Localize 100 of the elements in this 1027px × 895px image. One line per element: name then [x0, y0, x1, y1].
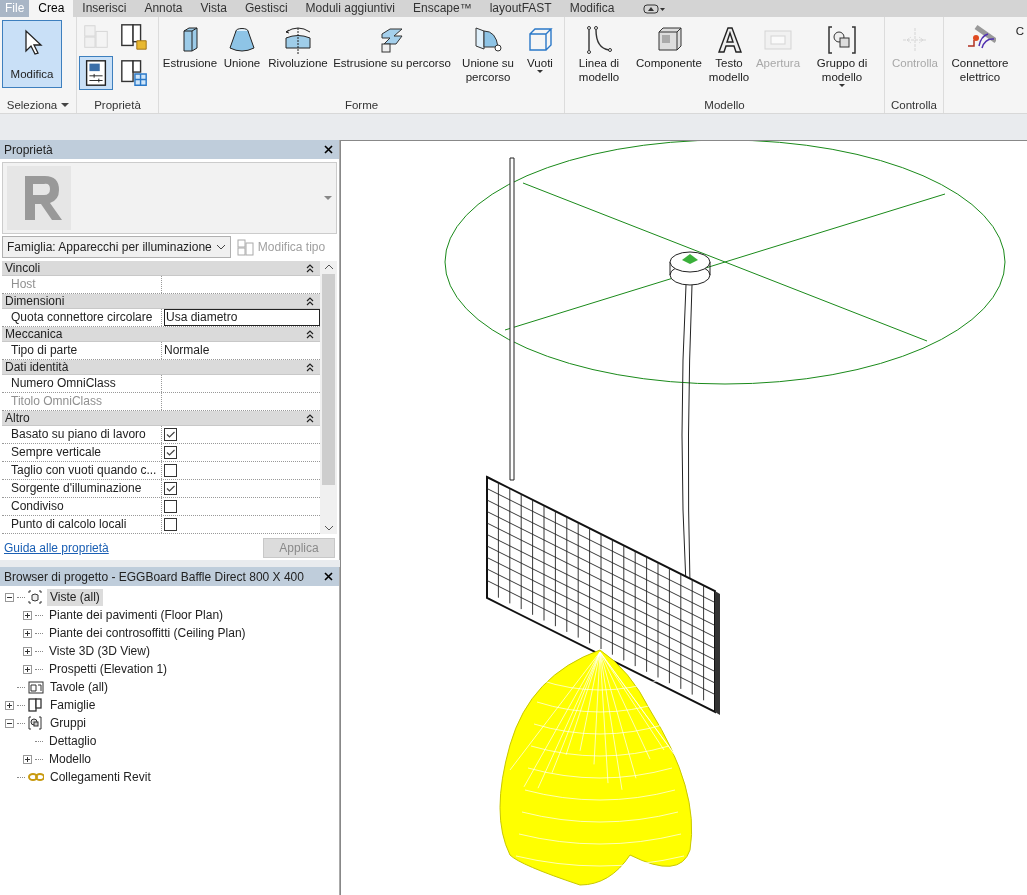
panels-grid-icon [118, 58, 150, 88]
ribbon-tab[interactable]: Annota [135, 0, 192, 17]
property-label: Sempre verticale [2, 444, 162, 461]
collapse-icon [306, 296, 314, 306]
group-title: Dimensioni [5, 294, 65, 308]
tree-item[interactable]: Piante dei controsoffitti (Ceiling Plan) [46, 624, 249, 642]
sheet-icon [28, 680, 44, 694]
chain-link-icon [28, 770, 44, 784]
property-value-field[interactable]: Usa diametro [164, 309, 320, 326]
tree-item[interactable]: Dettaglio [46, 732, 100, 750]
ribbon-tab[interactable]: layoutFAST [480, 0, 561, 17]
type-icon [236, 238, 254, 256]
checkbox[interactable] [164, 446, 177, 459]
product-logo-icon [7, 166, 71, 230]
tree-item[interactable]: Prospetti (Elevation 1) [46, 660, 171, 678]
type-selector[interactable]: Famiglia: Apparecchi per illuminazione [2, 236, 231, 258]
ribbon-tool-button[interactable]: Gruppo di modello [805, 20, 879, 91]
expand-icon[interactable] [23, 646, 32, 656]
scroll-down-icon[interactable] [323, 525, 334, 531]
checkbox[interactable] [164, 518, 177, 531]
help-link[interactable]: Guida alle proprietà [4, 541, 109, 555]
group-header[interactable]: Altro [2, 411, 320, 426]
bracketed-shapes-icon [826, 24, 858, 56]
ribbon-tool-button[interactable]: Linea di modello [567, 20, 631, 88]
ribbon-tab[interactable]: Enscape™ [403, 0, 481, 17]
ribbon-tool-button[interactable]: Estrusione [161, 20, 219, 74]
folder-panels-icon [118, 22, 150, 52]
property-label: Tipo di parte [2, 342, 162, 359]
ribbon-tab[interactable]: Crea [29, 0, 74, 17]
panel-title: Proprietà [94, 98, 141, 111]
ribbon-tool-button[interactable]: Testo modello [707, 20, 751, 88]
tree-item[interactable]: Famiglie [47, 696, 99, 714]
ribbon-tool-button[interactable]: Connettore elettrico [946, 20, 1014, 88]
property-label: Punto di calcolo locali [2, 516, 162, 533]
tree-item[interactable]: Collegamenti Revit [47, 768, 154, 786]
expand-icon[interactable] [23, 754, 32, 764]
group-title: Meccanica [5, 327, 63, 341]
property-label: Numero OmniClass [2, 375, 162, 392]
ribbon-tab[interactable]: Modifica [560, 0, 624, 17]
revolved-solid-icon [282, 24, 314, 56]
ribbon-display-icon[interactable] [643, 2, 667, 15]
ribbon-icon-button[interactable] [79, 56, 113, 90]
collapse-icon[interactable] [5, 718, 14, 728]
panel-title: Forme [344, 98, 379, 111]
group-header[interactable]: Dati identità [2, 360, 320, 375]
group-header[interactable]: Meccanica [2, 327, 320, 342]
checkbox[interactable] [164, 464, 177, 477]
collapse-icon [306, 362, 314, 372]
ribbon-tool-button[interactable]: Unione [219, 20, 265, 74]
caret-icon[interactable] [324, 196, 332, 200]
panel-title: Modello [704, 98, 745, 111]
view-frame-icon [28, 590, 44, 604]
group-title: Dati identità [5, 360, 69, 374]
ribbon-tool-button[interactable]: Componente [631, 20, 707, 74]
tree-item[interactable]: Gruppi [47, 714, 90, 732]
close-icon[interactable] [324, 572, 333, 581]
panel-title: Proprietà [4, 142, 53, 157]
family-icon [28, 698, 44, 712]
ribbon-tool-button[interactable]: Estrusione su percorso [331, 20, 453, 74]
ribbon-tab[interactable]: Moduli aggiuntivi [296, 0, 404, 17]
ribbon-tab[interactable]: Vista [191, 0, 236, 17]
panel-title: Browser di progetto - EGGBoard Baffle Direct 800 X 400 [4, 569, 304, 584]
checkbox[interactable] [164, 500, 177, 513]
expand-icon[interactable] [23, 664, 32, 674]
tree-item[interactable]: Modello [46, 750, 95, 768]
panel-title[interactable]: Seleziona [6, 98, 58, 111]
panel-title: Controlla [891, 98, 937, 111]
scrollbar-thumb[interactable] [322, 274, 335, 485]
ribbon-tool-button[interactable]: Unione su percorso [453, 20, 523, 88]
ribbon-tool-button[interactable]: Modifica [2, 20, 62, 88]
collapse-icon [306, 413, 314, 423]
group-icon [28, 716, 44, 730]
expand-icon[interactable] [23, 610, 32, 620]
group-title: Altro [5, 411, 30, 425]
caret-icon [537, 70, 543, 73]
tree-item[interactable]: Viste 3D (3D View) [46, 642, 153, 660]
property-label: Condiviso [2, 498, 162, 515]
checkbox[interactable] [164, 428, 177, 441]
ribbon-tool-button[interactable]: C [1014, 20, 1026, 42]
expand-icon[interactable] [5, 700, 14, 710]
group-header[interactable]: Dimensioni [2, 294, 320, 309]
property-label: Taglio con vuoti quando c... [2, 462, 162, 479]
ribbon-tab[interactable]: Inserisci [73, 0, 136, 17]
collapse-icon[interactable] [5, 592, 14, 602]
chevron-down-icon [215, 244, 226, 250]
ribbon-tool-button[interactable]: Rivoluzione [265, 20, 331, 74]
ribbon-tool-button[interactable]: Vuoti [523, 20, 557, 77]
group-header[interactable]: Vincoli [2, 261, 320, 276]
property-label: Sorgente d'illuminazione [2, 480, 162, 497]
tree-item[interactable]: Tavole (all) [47, 678, 112, 696]
tree-item[interactable]: Viste (all) [47, 588, 103, 606]
property-label: Host [2, 276, 162, 293]
close-icon[interactable] [324, 145, 333, 154]
scroll-up-icon[interactable] [323, 264, 334, 270]
caret-icon [839, 84, 845, 87]
ribbon-tab[interactable]: Gestisci [235, 0, 297, 17]
expand-icon[interactable] [23, 628, 32, 638]
checkbox[interactable] [164, 482, 177, 495]
collapse-icon [306, 329, 314, 339]
tree-item[interactable]: Piante dei pavimenti (Floor Plan) [46, 606, 227, 624]
